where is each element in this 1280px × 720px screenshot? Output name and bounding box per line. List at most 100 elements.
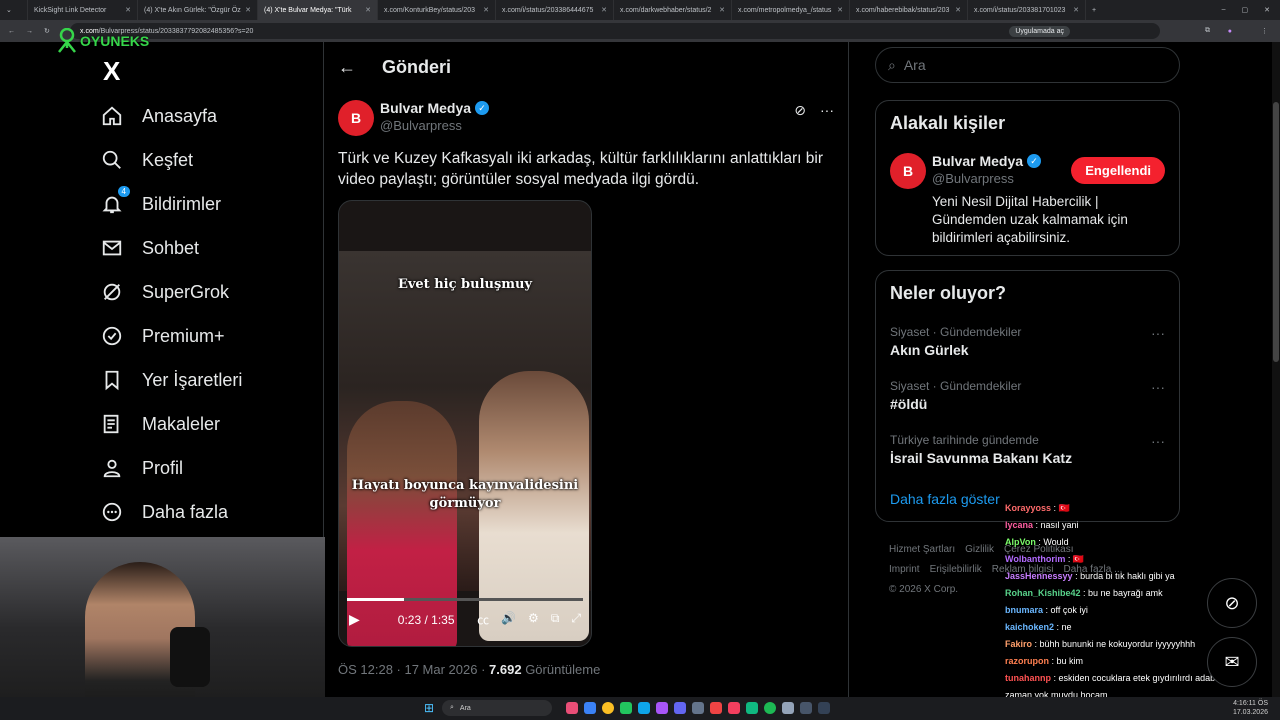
close-icon[interactable]: ✕: [241, 6, 251, 14]
minimize-icon[interactable]: –: [1222, 6, 1226, 14]
browser-tab[interactable]: x.com/i/status/203381701023 ✕: [968, 0, 1086, 20]
windows-start-icon[interactable]: ⊞: [424, 701, 434, 715]
taskbar-app-icon[interactable]: [620, 702, 632, 714]
browser-tab[interactable]: x.com/metropolmedya_/status ✕: [732, 0, 850, 20]
maximize-icon[interactable]: ▢: [1242, 6, 1249, 14]
grok-icon[interactable]: ⊘: [794, 102, 806, 119]
nav-item-explore[interactable]: Keşfet: [90, 138, 320, 182]
close-icon[interactable]: ✕: [597, 6, 607, 14]
trend-item[interactable]: Siyaset · Gündemdekiler #öldü ···: [890, 379, 1165, 412]
chat-username[interactable]: razorupon: [1005, 656, 1049, 666]
nav-item-home[interactable]: Anasayfa: [90, 94, 320, 138]
browser-tab[interactable]: x.com/haberebibak/status/203 ✕: [850, 0, 968, 20]
chat-username[interactable]: AlpVon: [1005, 537, 1036, 547]
play-icon[interactable]: ▶: [349, 611, 360, 628]
footer-link[interactable]: Erişilebilirlik: [930, 564, 982, 575]
chat-username[interactable]: kaichoken2: [1005, 622, 1054, 632]
back-nav-icon[interactable]: ←: [8, 28, 15, 35]
nav-item-premium[interactable]: Premium+: [90, 314, 320, 358]
footer-link[interactable]: Imprint: [889, 564, 920, 575]
captions-icon[interactable]: ㏄: [477, 611, 489, 628]
taskbar-app-icon[interactable]: [692, 702, 704, 714]
open-in-app-button[interactable]: Uygulamada aç: [1009, 25, 1070, 37]
nav-item-articles[interactable]: Makaleler: [90, 402, 320, 446]
close-icon[interactable]: ✕: [361, 6, 371, 14]
messages-fab[interactable]: ✉: [1207, 637, 1257, 687]
related-name[interactable]: Bulvar Medya: [932, 153, 1023, 169]
post-author[interactable]: B Bulvar Medya ✓ @Bulvarpress: [338, 100, 490, 136]
footer-link[interactable]: Gizlilik: [965, 544, 994, 555]
related-person[interactable]: B Bulvar Medya ✓ @Bulvarpress: [890, 153, 1042, 189]
taskbar-clock[interactable]: 4:16:11 ÖS 17.03.2026: [1233, 699, 1268, 717]
back-arrow-icon[interactable]: ←: [338, 57, 356, 78]
discord-icon[interactable]: [674, 702, 686, 714]
taskbar-app-icon[interactable]: [800, 702, 812, 714]
nav-item-chat[interactable]: Sohbet: [90, 226, 320, 270]
x-logo[interactable]: X: [103, 56, 120, 87]
browser-menu-icon[interactable]: ⋮: [1261, 27, 1268, 35]
taskbar-app-icon[interactable]: [818, 702, 830, 714]
avatar[interactable]: B: [890, 153, 926, 189]
search-input[interactable]: ⌕ Ara: [875, 47, 1180, 83]
extensions-icon[interactable]: ⧉: [1205, 27, 1210, 35]
chrome-icon[interactable]: [602, 702, 614, 714]
more-options-icon[interactable]: ···: [1151, 325, 1165, 341]
taskbar-search[interactable]: ⌕ Ara: [442, 700, 552, 716]
video-player[interactable]: Evet hiç buluşmuy Hayatı boyunca kayınva…: [338, 200, 592, 647]
chat-username[interactable]: tunahannp: [1005, 673, 1051, 683]
more-options-icon[interactable]: ···: [1151, 433, 1165, 449]
browser-tab[interactable]: x.com/KonturkBey/status/203 ✕: [378, 0, 496, 20]
nav-item-supergrok[interactable]: SuperGrok: [90, 270, 320, 314]
profile-avatar-icon[interactable]: ●: [1228, 28, 1232, 35]
chat-username[interactable]: bnumara: [1005, 605, 1043, 615]
url-field[interactable]: x.com/Bulvarpress/status/203383779208248…: [70, 23, 1160, 39]
video-progress-bar[interactable]: [347, 598, 583, 601]
taskbar-app-icon[interactable]: [746, 702, 758, 714]
reload-icon[interactable]: ↻: [44, 27, 50, 35]
grok-fab[interactable]: ⊘: [1207, 578, 1257, 628]
page-scrollbar[interactable]: [1272, 42, 1280, 697]
close-window-icon[interactable]: ✕: [1264, 6, 1270, 14]
taskbar-app-icon[interactable]: [638, 702, 650, 714]
chat-username[interactable]: lycana: [1005, 520, 1033, 530]
show-more-link[interactable]: Daha fazla göster: [890, 491, 1000, 507]
new-tab-button[interactable]: +: [1086, 0, 1106, 20]
volume-icon[interactable]: 🔊: [501, 611, 516, 628]
spotify-icon[interactable]: [764, 702, 776, 714]
forward-nav-icon[interactable]: →: [26, 28, 33, 35]
taskbar-app-icon[interactable]: [656, 702, 668, 714]
tab-menu-button[interactable]: ⌄: [0, 0, 28, 20]
chat-username[interactable]: Korayyoss: [1005, 503, 1051, 513]
more-options-icon[interactable]: ···: [1151, 379, 1165, 395]
browser-tab[interactable]: (4) X'te Akın Gürlek: "Özgür Öz ✕: [138, 0, 258, 20]
author-name[interactable]: Bulvar Medya: [380, 100, 471, 116]
taskbar-app-icon[interactable]: [584, 702, 596, 714]
scrollbar-thumb[interactable]: [1273, 102, 1279, 362]
taskbar-app-icon[interactable]: [782, 702, 794, 714]
chat-username[interactable]: Rohan_Kishibe42: [1005, 588, 1081, 598]
trend-item[interactable]: Türkiye tarihinde gündemde İsrail Savunm…: [890, 433, 1165, 466]
taskbar-app-icon[interactable]: [710, 702, 722, 714]
browser-tab[interactable]: KickSight Link Detector ✕: [28, 0, 138, 20]
post-timestamp[interactable]: ÖS 12:28 · 17 Mar 2026 ·: [338, 662, 489, 677]
pip-icon[interactable]: ⧉: [551, 611, 560, 628]
chat-username[interactable]: Wolbanthorim: [1005, 554, 1065, 564]
close-icon[interactable]: ✕: [715, 6, 725, 14]
author-handle[interactable]: @Bulvarpress: [380, 118, 489, 133]
close-icon[interactable]: ✕: [1069, 6, 1079, 14]
taskbar-app-icon[interactable]: [566, 702, 578, 714]
taskbar-app-icon[interactable]: [728, 702, 740, 714]
browser-tab[interactable]: x.com/i/status/203386444675 ✕: [496, 0, 614, 20]
nav-item-notifications[interactable]: 4 Bildirimler: [90, 182, 320, 226]
avatar[interactable]: B: [338, 100, 374, 136]
close-icon[interactable]: ✕: [121, 6, 131, 14]
close-icon[interactable]: ✕: [951, 6, 961, 14]
more-options-icon[interactable]: ···: [820, 102, 834, 119]
nav-item-more[interactable]: Daha fazla: [90, 490, 320, 534]
nav-item-bookmarks[interactable]: Yer İşaretleri: [90, 358, 320, 402]
settings-icon[interactable]: ⚙: [528, 611, 539, 628]
related-handle[interactable]: @Bulvarpress: [932, 171, 1041, 186]
nav-item-profile[interactable]: Profil: [90, 446, 320, 490]
footer-link[interactable]: Hizmet Şartları: [889, 544, 955, 555]
chat-username[interactable]: JassHennessyy: [1005, 571, 1073, 581]
